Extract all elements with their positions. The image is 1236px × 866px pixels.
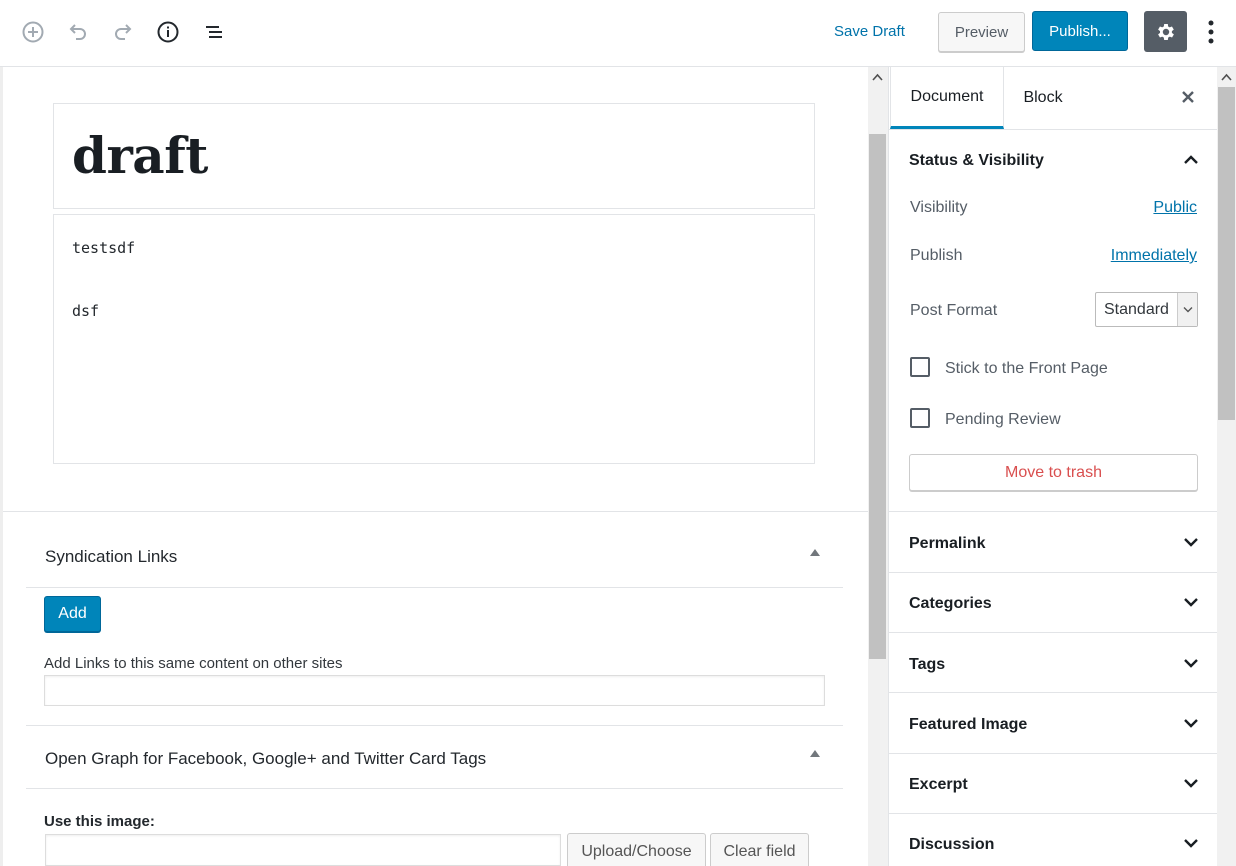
outline-icon[interactable]	[198, 17, 228, 47]
panel-featured-image[interactable]: Featured Image	[909, 716, 1027, 734]
sidebar-scrollbar[interactable]	[1217, 67, 1236, 866]
publish-button[interactable]: Publish...	[1032, 11, 1128, 51]
collapse-icon[interactable]	[810, 549, 820, 556]
og-image-input[interactable]	[45, 834, 561, 866]
syndication-links-title[interactable]: Syndication Links	[45, 547, 177, 567]
panel-excerpt[interactable]: Excerpt	[909, 776, 968, 794]
tab-document[interactable]: Document	[890, 67, 1004, 129]
scrollbar-thumb[interactable]	[869, 134, 886, 659]
pending-review-checkbox[interactable]	[910, 408, 930, 428]
panel-discussion[interactable]: Discussion	[909, 836, 994, 854]
divider	[889, 692, 1218, 693]
info-icon[interactable]	[153, 17, 183, 47]
preview-button[interactable]: Preview	[938, 12, 1025, 52]
divider	[889, 813, 1218, 814]
divider	[889, 511, 1218, 512]
syndication-field-label: Add Links to this same content on other …	[44, 655, 343, 672]
chevron-down-icon	[1177, 293, 1197, 326]
add-block-icon[interactable]	[18, 17, 48, 47]
collapse-icon[interactable]	[810, 750, 820, 757]
tab-block[interactable]: Block	[1007, 67, 1079, 129]
sidebar-tabs: Document Block	[889, 67, 1218, 130]
upload-choose-button[interactable]: Upload/Choose	[567, 833, 706, 866]
chevron-down-icon[interactable]	[1181, 532, 1201, 552]
editor-canvas: draft testsdf dsf	[0, 67, 868, 866]
post-format-value: Standard	[1104, 301, 1169, 318]
undo-icon[interactable]	[63, 17, 93, 47]
editor-scrollbar[interactable]	[868, 67, 888, 866]
post-content-block[interactable]: testsdf dsf	[53, 214, 815, 464]
scroll-up-icon[interactable]	[1221, 73, 1232, 81]
chevron-down-icon[interactable]	[1181, 713, 1201, 733]
scrollbar-thumb[interactable]	[1218, 87, 1235, 420]
publish-label: Publish	[910, 247, 963, 264]
more-menu-button[interactable]	[1199, 16, 1223, 48]
add-syndication-button[interactable]: Add	[44, 596, 101, 632]
chevron-down-icon[interactable]	[1181, 592, 1201, 612]
redo-icon[interactable]	[108, 17, 138, 47]
divider	[26, 725, 843, 726]
publish-date-toggle[interactable]: Immediately	[1111, 247, 1197, 265]
gear-icon	[1157, 23, 1174, 40]
visibility-toggle[interactable]: Public	[1153, 199, 1197, 217]
close-sidebar-button[interactable]	[1176, 85, 1200, 109]
close-icon	[1182, 91, 1194, 103]
panel-permalink[interactable]: Permalink	[909, 535, 985, 553]
divider	[26, 587, 843, 588]
chevron-down-icon[interactable]	[1181, 833, 1201, 853]
syndication-url-input[interactable]	[44, 675, 825, 706]
editor-toolbar: Save Draft Preview Publish...	[0, 0, 1236, 67]
use-image-label: Use this image:	[44, 813, 155, 830]
panel-tags[interactable]: Tags	[909, 656, 945, 674]
divider	[889, 572, 1218, 573]
chevron-down-icon[interactable]	[1181, 773, 1201, 793]
post-format-label: Post Format	[910, 302, 998, 319]
open-graph-title[interactable]: Open Graph for Facebook, Google+ and Twi…	[45, 749, 486, 769]
settings-sidebar: Document Block Status & Visibility Visib…	[888, 67, 1218, 866]
divider	[889, 632, 1218, 633]
post-format-select[interactable]: Standard	[1095, 292, 1198, 327]
chevron-down-icon[interactable]	[1181, 653, 1201, 673]
status-visibility-toggle[interactable]: Status & Visibility	[909, 152, 1044, 170]
paragraph[interactable]: dsf	[72, 302, 99, 320]
panel-categories[interactable]: Categories	[909, 595, 992, 613]
chevron-up-icon[interactable]	[1181, 150, 1201, 170]
visibility-label: Visibility	[910, 199, 968, 216]
more-vertical-icon	[1208, 20, 1214, 44]
pending-review-label[interactable]: Pending Review	[945, 411, 1061, 429]
divider	[889, 753, 1218, 754]
scroll-up-icon[interactable]	[872, 73, 883, 81]
move-to-trash-button[interactable]: Move to trash	[909, 454, 1198, 491]
post-title[interactable]: draft	[72, 126, 208, 185]
post-title-block[interactable]: draft	[53, 103, 815, 209]
clear-field-button[interactable]: Clear field	[710, 833, 809, 866]
save-draft-button[interactable]: Save Draft	[834, 23, 905, 40]
stick-front-page-checkbox[interactable]	[910, 357, 930, 377]
paragraph[interactable]: testsdf	[72, 239, 135, 257]
divider	[26, 788, 843, 789]
stick-front-page-label[interactable]: Stick to the Front Page	[945, 360, 1108, 378]
settings-button[interactable]	[1144, 11, 1187, 52]
